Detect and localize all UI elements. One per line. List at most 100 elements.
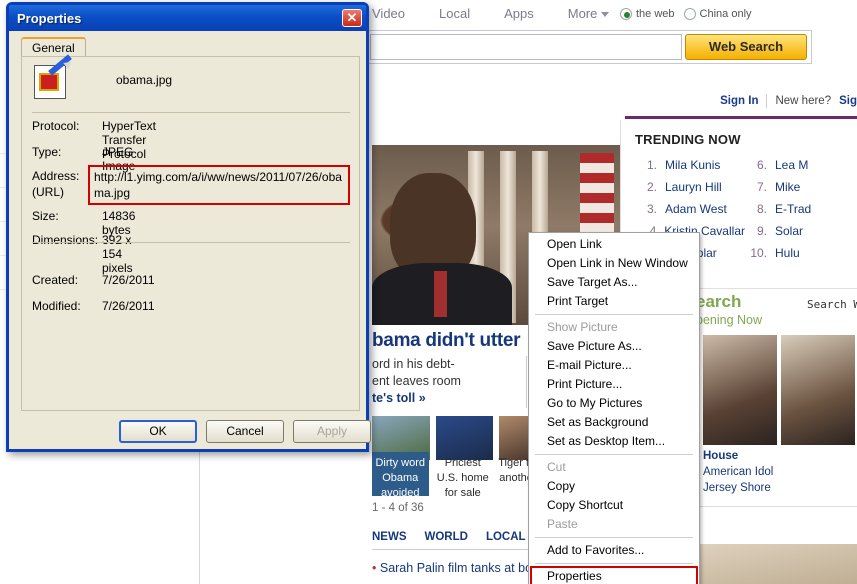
radio-unselected-icon [683, 8, 696, 20]
menu-separator [535, 563, 693, 564]
menu-separator [535, 314, 693, 315]
trending-item[interactable]: 10. Hulu [745, 242, 855, 264]
search-web-label[interactable]: Search We [807, 298, 857, 311]
field-label: Protocol: [32, 119, 80, 133]
menu-item-copy-shortcut[interactable]: Copy Shortcut [529, 496, 699, 515]
address-url-value[interactable]: http://l1.yimg.com/a/i/ww/news/2011/07/2… [88, 165, 350, 205]
nav-link-local[interactable]: Local [439, 6, 470, 21]
new-here-label: New here? [775, 95, 832, 107]
promo-title: earch [696, 292, 742, 311]
trending-rank: 6. [756, 158, 767, 172]
trending-rank: 9. [756, 224, 767, 238]
thumbnail-caption[interactable]: Dirty word Obama avoided [372, 452, 429, 499]
field-label: Size: [32, 209, 59, 223]
trending-item[interactable]: 7. Mike [745, 176, 855, 198]
file-name: obama.jpg [116, 73, 173, 87]
caption-line-3: Jersey Shore [703, 482, 771, 494]
dialog-title-bar[interactable]: Properties ✕ [9, 5, 366, 31]
nav-link-more[interactable]: More [568, 6, 610, 21]
field-label: Type: [32, 145, 62, 159]
field-label: Created: [32, 273, 79, 287]
trending-name: Solar [775, 224, 804, 238]
field-value: 7/26/2011 [102, 273, 155, 287]
tab-general[interactable]: General [21, 37, 86, 57]
ok-button[interactable]: OK [119, 420, 197, 443]
trending-item[interactable]: 1. Mila Kunis [635, 154, 745, 176]
nav-link-apps[interactable]: Apps [504, 6, 534, 21]
close-icon[interactable]: ✕ [342, 9, 362, 27]
nav-link-video[interactable]: Video [372, 6, 405, 21]
trending-rank: 3. [646, 202, 657, 216]
sign-up-link[interactable]: Sig [839, 95, 857, 107]
thumbnail-caption[interactable]: Priciest U.S. home for sale [435, 452, 492, 499]
apply-button: Apply [293, 420, 371, 443]
menu-item-properties[interactable]: Properties [530, 566, 698, 584]
celebrity-photo[interactable] [781, 335, 855, 445]
context-menu[interactable]: Open Link Open Link in New Window Save T… [528, 232, 700, 584]
menu-item-open-link[interactable]: Open Link [529, 235, 699, 254]
tab-world[interactable]: WORLD [425, 531, 468, 543]
search-input[interactable] [370, 34, 682, 60]
celebrity-caption-house[interactable]: House American Idol Jersey Shore [703, 448, 777, 496]
radio-china-only-label: China only [699, 8, 752, 20]
trending-title: TRENDING NOW [635, 132, 741, 147]
trending-name: Lea M [775, 158, 809, 172]
menu-item-set-as-desktop-item[interactable]: Set as Desktop Item... [529, 432, 699, 451]
trending-item[interactable]: 6. Lea M [745, 154, 855, 176]
trending-rank: 10. [750, 246, 767, 260]
chevron-down-icon [601, 12, 610, 18]
deck-line-1: ord in his debt- [372, 357, 455, 371]
trending-name: E-Trad [775, 202, 812, 216]
dialog-tabstrip: General [21, 37, 86, 57]
field-label: Dimensions: [32, 233, 99, 247]
menu-item-print-picture[interactable]: Print Picture... [529, 375, 699, 394]
menu-item-show-picture: Show Picture [547, 320, 618, 334]
cancel-button[interactable]: Cancel [206, 420, 284, 443]
menu-item-save-target-as[interactable]: Save Target As... [529, 273, 699, 292]
menu-separator [535, 537, 693, 538]
tab-local[interactable]: LOCAL [486, 531, 526, 543]
menu-item-save-picture-as[interactable]: Save Picture As... [529, 337, 699, 356]
trending-name: Lauryn Hill [665, 180, 722, 194]
trending-item[interactable]: 9. Solar [745, 220, 855, 242]
deck-line-2: ent leaves room [372, 374, 461, 388]
search-scope-radios: the web China only [620, 8, 752, 20]
menu-item-go-to-my-pictures[interactable]: Go to My Pictures [529, 394, 699, 413]
trending-rank: 8. [756, 202, 767, 216]
tab-news[interactable]: NEWS [372, 530, 407, 543]
menu-item-add-to-favorites[interactable]: Add to Favorites... [529, 541, 699, 560]
field-value: 392 x 154 pixels [102, 233, 133, 275]
obama-tie [434, 271, 447, 317]
deck-link[interactable]: te's toll » [372, 391, 426, 405]
divider [32, 112, 350, 113]
celebrity-photo-house[interactable] [703, 335, 777, 445]
menu-item-open-link-new-window[interactable]: Open Link in New Window [529, 254, 699, 273]
trending-item[interactable]: 3. Adam West [635, 198, 745, 220]
caption-line-2: American Idol [703, 466, 774, 478]
radio-china-only[interactable]: China only [683, 8, 752, 20]
properties-dialog: Properties ✕ General obama.jpg Protocol:… [6, 2, 371, 452]
trending-rank: 1. [646, 158, 657, 172]
hero-deck: ord in his debt- ent leaves room te's to… [372, 356, 522, 407]
menu-item-set-as-background[interactable]: Set as Background [529, 413, 699, 432]
trending-rank: 2. [646, 180, 657, 194]
menu-item-print-target[interactable]: Print Target [529, 292, 699, 311]
menu-item-email-picture[interactable]: E-mail Picture... [529, 356, 699, 375]
field-value: 7/26/2011 [102, 299, 155, 313]
radio-the-web[interactable]: the web [620, 8, 675, 20]
trending-item[interactable]: 2. Lauryn Hill [635, 176, 745, 198]
divider [766, 94, 768, 108]
file-header: obama.jpg [34, 54, 173, 99]
radio-the-web-label: the web [636, 8, 675, 20]
trending-name: Adam West [665, 202, 727, 216]
sign-in-link[interactable]: Sign In [720, 95, 758, 107]
trending-item[interactable]: 8. E-Trad [745, 198, 855, 220]
search-bar: Web Search [366, 30, 812, 64]
menu-item-copy[interactable]: Copy [529, 477, 699, 496]
image-file-icon [34, 54, 74, 99]
result-count: 1 - 4 of 36 [372, 502, 424, 514]
radio-selected-icon [620, 8, 632, 20]
trending-name: Mila Kunis [665, 158, 721, 172]
trending-name: Mike [775, 180, 801, 194]
web-search-button[interactable]: Web Search [685, 34, 807, 60]
